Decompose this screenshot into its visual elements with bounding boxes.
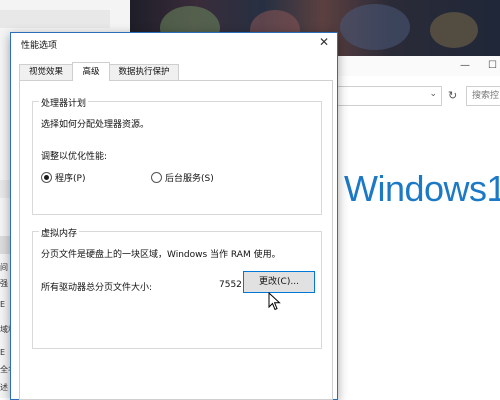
group-title: 处理器计划 <box>39 96 89 109</box>
maximize-icon[interactable]: ☐ <box>488 60 497 71</box>
windows-banner: Windows1 <box>344 168 500 209</box>
address-bar[interactable]: ⌄ <box>330 86 442 106</box>
background-explorer-window: — ☐ ⌄ ↻ 搜索控 Windows1 <box>330 56 500 398</box>
background-text: E <box>0 300 6 309</box>
radio-programs[interactable] <box>41 172 52 183</box>
background-text: 强 <box>0 279 8 288</box>
radio-programs-label[interactable]: 程序(P) <box>55 171 85 184</box>
group-title: 虚拟内存 <box>39 226 80 239</box>
optimize-label: 调整以优化性能: <box>41 152 108 162</box>
mouse-pointer-icon <box>268 292 281 311</box>
processor-scheduling-group: 处理器计划 选择如何分配处理器资源。 调整以优化性能: 程序(P) 后台服务(S… <box>32 96 322 215</box>
tab-visual-effects[interactable]: 视觉效果 <box>19 64 73 80</box>
search-input[interactable]: 搜索控 <box>466 86 500 106</box>
explorer-titlebar: — ☐ <box>330 56 500 76</box>
dialog-title: 性能选项 <box>21 41 58 51</box>
performance-options-dialog: 性能选项 ✕ 视觉效果 高级 数据执行保护 处理器计划 选择如何分配处理器资源。… <box>10 32 338 400</box>
radio-background-services-label[interactable]: 后台服务(S) <box>165 171 214 184</box>
processor-description: 选择如何分配处理器资源。 <box>41 120 150 130</box>
background-text: 间 <box>0 263 8 272</box>
total-paging-label: 所有驱动器总分页文件大小: <box>41 283 153 293</box>
image-detail <box>340 4 410 50</box>
virtual-memory-description: 分页文件是硬盘上的一块区域，Windows 当作 RAM 使用。 <box>41 250 281 260</box>
chevron-down-icon[interactable]: ⌄ <box>429 89 437 99</box>
minimize-icon[interactable]: — <box>460 60 470 71</box>
close-icon[interactable]: ✕ <box>319 35 329 49</box>
tab-advanced[interactable]: 高级 <box>72 62 110 81</box>
tab-panel-advanced: 处理器计划 选择如何分配处理器资源。 调整以优化性能: 程序(P) 后台服务(S… <box>19 80 333 400</box>
image-detail <box>430 12 478 48</box>
refresh-icon[interactable]: ↻ <box>448 89 457 102</box>
tab-data-execution-prevention[interactable]: 数据执行保护 <box>109 64 179 80</box>
radio-background-services[interactable] <box>151 172 162 183</box>
background-strip <box>0 10 110 28</box>
change-button[interactable]: 更改(C)... <box>243 271 315 293</box>
background-text: 述 <box>0 383 8 392</box>
background-text: E <box>0 348 6 357</box>
